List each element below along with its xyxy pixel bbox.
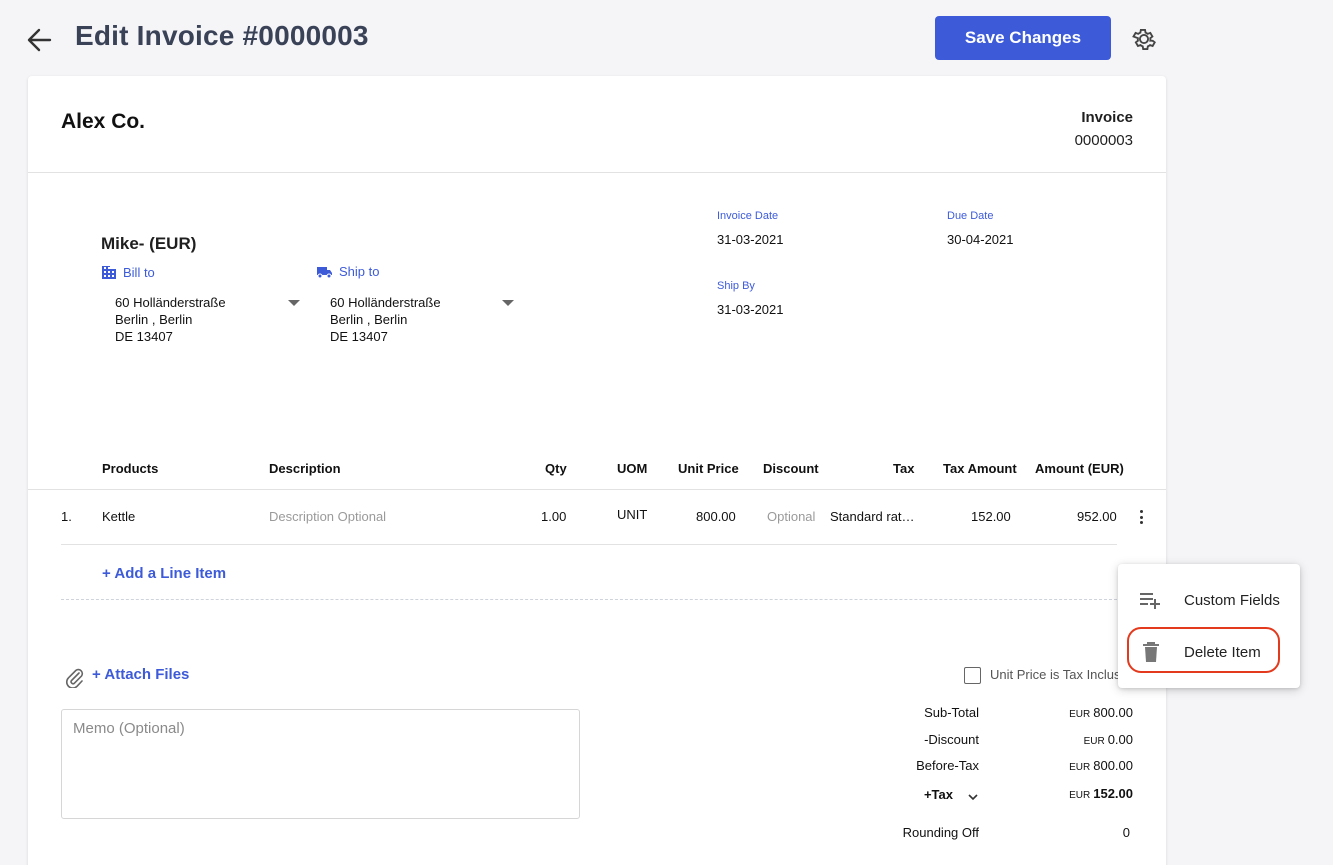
ship-to-address: 60 Holländerstraße Berlin , Berlin DE 13… bbox=[330, 294, 441, 345]
column-header-description: Description bbox=[269, 461, 341, 476]
tax-label: +Tax bbox=[923, 787, 953, 802]
arrow-left-icon bbox=[27, 28, 52, 52]
discount-label: -Discount bbox=[924, 732, 979, 747]
row-amount: 952.00 bbox=[1077, 509, 1117, 524]
invoice-date-label: Invoice Date bbox=[717, 210, 779, 222]
discount-amount: 0.00 bbox=[1107, 732, 1133, 747]
back-button[interactable] bbox=[24, 24, 56, 56]
due-date-value[interactable]: 30-04-2021 bbox=[947, 232, 1014, 247]
add-line-item-button[interactable]: + Add a Line Item bbox=[102, 565, 226, 582]
tax-inclusive-label: Unit Price is Tax Inclusi bbox=[990, 667, 1124, 682]
bill-to-dropdown[interactable] bbox=[288, 300, 300, 306]
menu-item-delete-item[interactable]: Delete Item bbox=[1138, 634, 1288, 670]
column-header-amount: Amount (EUR) bbox=[1035, 461, 1124, 476]
rounding-label: Rounding Off bbox=[902, 825, 979, 840]
ship-by-value[interactable]: 31-03-2021 bbox=[717, 302, 784, 317]
tax-inclusive-checkbox[interactable] bbox=[964, 667, 981, 684]
settings-button[interactable] bbox=[1130, 25, 1158, 53]
chevron-down-icon bbox=[968, 794, 978, 801]
subtotal-label: Sub-Total bbox=[924, 705, 979, 720]
rounding-value[interactable]: 0 bbox=[1123, 825, 1130, 840]
building-icon bbox=[102, 266, 116, 279]
bill-to-label: Bill to bbox=[101, 264, 155, 280]
gear-icon bbox=[1132, 28, 1156, 50]
kebab-dot bbox=[1139, 521, 1143, 524]
bill-to-line: 60 Holländerstraße bbox=[115, 295, 226, 310]
column-header-discount: Discount bbox=[763, 461, 819, 476]
row-more-button[interactable] bbox=[1134, 508, 1148, 526]
menu-item-custom-fields[interactable]: Custom Fields bbox=[1138, 582, 1288, 618]
before-tax-value: EUR 800.00 bbox=[1069, 758, 1133, 773]
ship-to-label: Ship to bbox=[316, 264, 379, 279]
truck-icon bbox=[317, 266, 332, 278]
custom-fields-label: Custom Fields bbox=[1184, 591, 1280, 609]
currency-code: EUR bbox=[1069, 709, 1091, 720]
currency-code: EUR bbox=[1083, 736, 1105, 747]
ship-to-line: Berlin , Berlin bbox=[330, 312, 408, 327]
paperclip-icon bbox=[66, 668, 84, 689]
bill-to-address: 60 Holländerstraße Berlin , Berlin DE 13… bbox=[115, 294, 226, 345]
subtotal-value: EUR 800.00 bbox=[1069, 705, 1133, 720]
ship-to-line: 60 Holländerstraße bbox=[330, 295, 441, 310]
memo-input[interactable] bbox=[61, 709, 580, 819]
playlist-add-icon bbox=[1138, 589, 1164, 611]
attach-files-link[interactable]: + Attach Files bbox=[92, 666, 189, 683]
column-header-tax: Tax bbox=[893, 461, 915, 476]
customer-name[interactable]: Mike- (EUR) bbox=[101, 234, 196, 254]
column-header-tax-amount: Tax Amount bbox=[943, 461, 1017, 476]
attach-button[interactable] bbox=[64, 666, 84, 689]
before-tax-amount: 800.00 bbox=[1093, 758, 1133, 773]
discount-value: EUR 0.00 bbox=[1084, 732, 1133, 747]
row-divider bbox=[61, 544, 1117, 545]
table-header-divider bbox=[28, 489, 1166, 490]
subtotal-amount: 800.00 bbox=[1093, 705, 1133, 720]
column-header-qty: Qty bbox=[545, 461, 567, 476]
page-title: Edit Invoice #0000003 bbox=[75, 20, 369, 51]
currency-code: EUR bbox=[1069, 790, 1091, 801]
save-changes-button[interactable]: Save Changes bbox=[935, 16, 1111, 60]
column-header-uom: UOM bbox=[617, 461, 648, 476]
delete-item-label: Delete Item bbox=[1184, 643, 1261, 661]
ship-to-dropdown[interactable] bbox=[502, 300, 514, 306]
row-index: 1. bbox=[61, 509, 72, 524]
kebab-dot bbox=[1139, 515, 1143, 519]
bill-to-text: Bill to bbox=[123, 264, 155, 280]
column-header-unit-price: Unit Price bbox=[678, 461, 739, 476]
row-qty[interactable]: 1.00 bbox=[541, 509, 566, 524]
ship-by-label: Ship By bbox=[717, 280, 755, 292]
header-divider bbox=[28, 172, 1166, 173]
column-header-products: Products bbox=[102, 461, 159, 476]
bill-to-line: Berlin , Berlin bbox=[115, 312, 193, 327]
tax-breakdown-toggle[interactable] bbox=[967, 789, 981, 801]
before-tax-label: Before-Tax bbox=[916, 758, 979, 773]
currency-code: EUR bbox=[1069, 762, 1091, 773]
tax-amount: 152.00 bbox=[1093, 786, 1133, 801]
document-type: Invoice bbox=[1081, 109, 1133, 126]
trash-icon bbox=[1138, 641, 1164, 663]
kebab-dot bbox=[1139, 510, 1143, 513]
row-description-input[interactable]: Description Optional bbox=[269, 509, 386, 524]
row-discount-input[interactable]: Optional bbox=[767, 509, 815, 524]
row-product[interactable]: Kettle bbox=[102, 509, 135, 524]
row-tax[interactable]: Standard rat… bbox=[830, 509, 915, 524]
invoice-date-value[interactable]: 31-03-2021 bbox=[717, 232, 784, 247]
bill-to-line: DE 13407 bbox=[115, 329, 173, 344]
ship-to-line: DE 13407 bbox=[330, 329, 388, 344]
row-tax-amount: 152.00 bbox=[971, 509, 1011, 524]
row-unit-price[interactable]: 800.00 bbox=[696, 509, 736, 524]
section-divider bbox=[61, 599, 1117, 600]
document-number: 0000003 bbox=[1074, 132, 1133, 149]
company-name: Alex Co. bbox=[61, 110, 146, 133]
tax-value: EUR 152.00 bbox=[1069, 786, 1133, 801]
row-uom[interactable]: UNIT bbox=[617, 507, 647, 522]
due-date-label: Due Date bbox=[947, 210, 994, 222]
ship-to-text: Ship to bbox=[339, 264, 380, 279]
